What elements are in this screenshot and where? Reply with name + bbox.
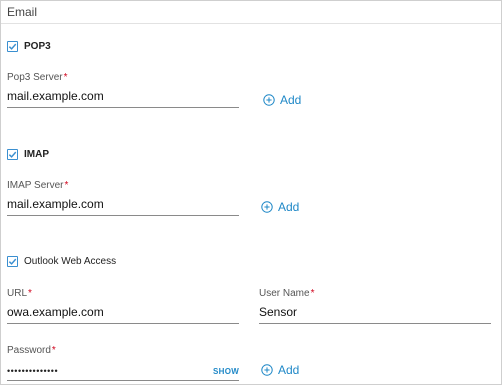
owa-label: Outlook Web Access <box>24 256 117 267</box>
password-masked-value: •••••••••••••• <box>7 366 59 376</box>
owa-checkbox[interactable] <box>7 256 18 267</box>
pop3-label: POP3 <box>24 41 51 52</box>
imap-add-label: Add <box>278 200 300 214</box>
owa-username-field[interactable]: User Name* Sensor <box>259 288 491 324</box>
owa-username-input[interactable]: Sensor <box>259 305 491 319</box>
imap-label: IMAP <box>24 149 49 160</box>
imap-server-label: IMAP Server* <box>7 180 69 191</box>
section-divider <box>1 23 501 24</box>
owa-password-field[interactable]: Password* •••••••••••••• <box>7 345 239 381</box>
pop3-server-input[interactable]: mail.example.com <box>7 89 239 103</box>
owa-username-underline <box>259 323 491 324</box>
owa-password-input[interactable]: •••••••••••••• <box>7 363 239 377</box>
email-settings-panel: Email POP3 Pop3 Server* mail.example.com… <box>0 0 502 385</box>
pop3-server-field[interactable]: Pop3 Server* mail.example.com <box>7 72 239 108</box>
pop3-add-label: Add <box>280 93 302 107</box>
imap-checkbox-row[interactable]: IMAP <box>7 149 49 160</box>
owa-add-label: Add <box>278 363 300 377</box>
owa-password-underline <box>7 380 239 381</box>
owa-username-label: User Name* <box>259 288 315 299</box>
pop3-checkbox-row[interactable]: POP3 <box>7 41 51 52</box>
imap-server-field[interactable]: IMAP Server* mail.example.com <box>7 180 239 216</box>
show-password-button[interactable]: SHOW <box>213 367 239 376</box>
owa-checkbox-row[interactable]: Outlook Web Access <box>7 256 116 267</box>
checkmark-icon <box>8 258 17 265</box>
owa-url-field[interactable]: URL* owa.example.com <box>7 288 239 324</box>
owa-password-label: Password* <box>7 345 56 356</box>
pop3-server-label: Pop3 Server* <box>7 72 68 83</box>
imap-add-button[interactable]: Add <box>261 200 299 214</box>
section-title: Email <box>7 5 38 19</box>
owa-url-input[interactable]: owa.example.com <box>7 305 239 319</box>
owa-add-button[interactable]: Add <box>261 363 299 377</box>
imap-server-underline <box>7 215 239 216</box>
owa-url-underline <box>7 323 239 324</box>
imap-checkbox[interactable] <box>7 149 18 160</box>
imap-server-input[interactable]: mail.example.com <box>7 197 239 211</box>
checkmark-icon <box>8 43 17 50</box>
pop3-add-button[interactable]: Add <box>263 93 301 107</box>
pop3-checkbox[interactable] <box>7 41 18 52</box>
pop3-server-underline <box>7 107 239 108</box>
plus-circle-icon <box>261 201 273 213</box>
plus-circle-icon <box>263 94 275 106</box>
plus-circle-icon <box>261 364 273 376</box>
checkmark-icon <box>8 151 17 158</box>
owa-url-label: URL* <box>7 288 32 299</box>
